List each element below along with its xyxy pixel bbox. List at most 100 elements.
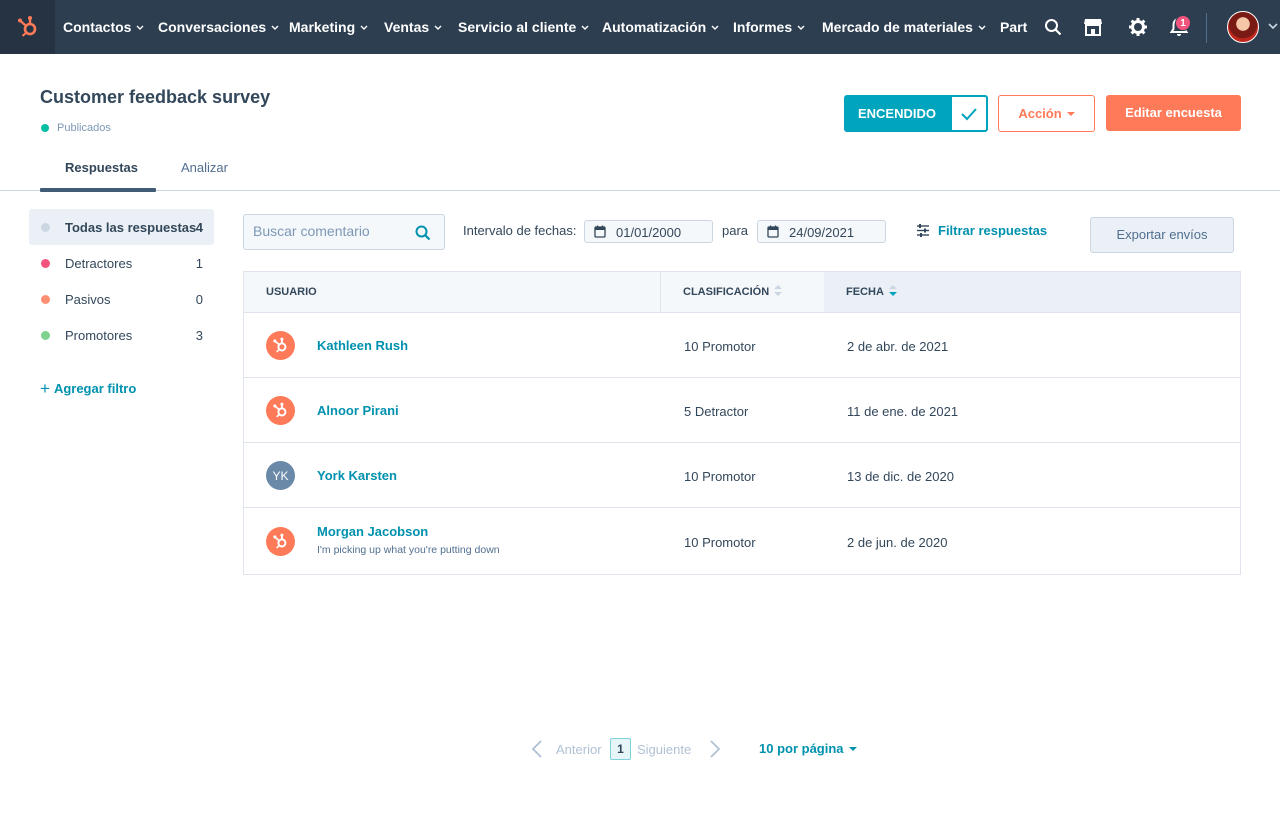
- filter-label: Todas las respuestas: [65, 220, 197, 235]
- table-header: USUARIO CLASIFICACIÓN FECHA: [244, 272, 1240, 313]
- nav-label: Marketing: [289, 19, 356, 35]
- action-dropdown-button[interactable]: Acción: [998, 95, 1095, 132]
- initials-avatar: YK: [266, 461, 295, 490]
- rating-cell: 10 Promotor: [684, 339, 756, 354]
- nav-contactos[interactable]: Contactos: [63, 0, 144, 54]
- column-header-user: USUARIO: [244, 272, 661, 312]
- column-label: CLASIFICACIÓN: [683, 286, 770, 298]
- tab-analizar[interactable]: Analizar: [181, 160, 228, 175]
- respondent-name-link[interactable]: Alnoor Pirani: [317, 403, 399, 418]
- filter-dot: [41, 295, 50, 304]
- table-row[interactable]: Kathleen Rush 10 Promotor 2 de abr. de 2…: [244, 313, 1240, 378]
- column-header-rating[interactable]: CLASIFICACIÓN: [661, 272, 824, 312]
- filter-count: 4: [195, 220, 203, 235]
- add-filter-link[interactable]: + Agregar filtro: [40, 379, 136, 399]
- action-label: Acción: [1018, 106, 1062, 121]
- nav-informes[interactable]: Informes: [733, 0, 805, 54]
- chevron-right-icon: [710, 740, 721, 758]
- tabs-divider: [0, 190, 1280, 191]
- gear-icon[interactable]: [1126, 15, 1150, 39]
- add-filter-label: Agregar filtro: [53, 381, 137, 396]
- per-page-dropdown[interactable]: 10 por página: [759, 741, 857, 756]
- filter-promoters[interactable]: Promotores 3: [29, 317, 214, 353]
- chevron-down-icon[interactable]: [1268, 20, 1278, 34]
- hubspot-sprocket-icon: [266, 527, 295, 556]
- chevron-down-icon: [360, 25, 368, 30]
- nav-ventas[interactable]: Ventas: [384, 0, 442, 54]
- date-to-picker[interactable]: 24/09/2021: [757, 220, 886, 243]
- date-to-label: para: [722, 223, 749, 238]
- search-icon[interactable]: [1041, 15, 1065, 39]
- filter-detractors[interactable]: Detractores 1: [29, 245, 214, 281]
- date-cell: 13 de dic. de 2020: [847, 469, 954, 484]
- chevron-down-icon: [978, 25, 986, 30]
- calendar-icon: [594, 225, 606, 238]
- filter-dot: [41, 259, 50, 268]
- chevron-down-icon: [581, 25, 589, 30]
- date-from-picker[interactable]: 01/01/2000: [584, 220, 713, 243]
- calendar-icon: [767, 225, 779, 238]
- filter-dot: [41, 223, 50, 232]
- filter-all-responses[interactable]: Todas las respuestas 4: [29, 209, 214, 245]
- enabled-toggle-button[interactable]: ENCENDIDO: [844, 95, 950, 132]
- chevron-down-icon: [797, 25, 805, 30]
- chevron-down-icon: [711, 25, 719, 30]
- table-row[interactable]: YK York Karsten 10 Promotor 13 de dic. d…: [244, 443, 1240, 508]
- nav-label: Contactos: [63, 19, 132, 35]
- notification-badge: 1: [1175, 15, 1191, 31]
- marketplace-icon[interactable]: [1081, 15, 1105, 39]
- nav-label: Conversaciones: [158, 19, 267, 35]
- pagination-page-current[interactable]: 1: [610, 738, 631, 760]
- caret-down-icon: [1066, 112, 1075, 116]
- sort-icon: [774, 285, 783, 297]
- next-label: Siguiente: [637, 742, 692, 757]
- rating-cell: 10 Promotor: [684, 469, 756, 484]
- status-dot: [41, 124, 49, 132]
- nav-automatizacion[interactable]: Automatización: [602, 0, 719, 54]
- nav-conversaciones[interactable]: Conversaciones: [158, 0, 279, 54]
- filter-responses-label: Filtrar respuestas: [938, 223, 1048, 238]
- rating-cell: 5 Detractor: [684, 404, 749, 419]
- respondent-name-link[interactable]: York Karsten: [317, 468, 397, 483]
- nav-label: Mercado de materiales: [822, 19, 973, 35]
- table-row[interactable]: Alnoor Pirani 5 Detractor 11 de ene. de …: [244, 378, 1240, 443]
- column-label: FECHA: [846, 286, 884, 298]
- nav-label: Informes: [733, 19, 793, 35]
- nav-marketing[interactable]: Marketing: [289, 0, 368, 54]
- export-submissions-button[interactable]: Exportar envíos: [1090, 217, 1234, 253]
- table-row[interactable]: Morgan Jacobson I'm picking up what you'…: [244, 509, 1240, 574]
- status-label: Publicados: [57, 122, 111, 134]
- sliders-icon: [917, 224, 929, 237]
- filter-label: Detractores: [65, 256, 133, 271]
- nav-mercado-de-materiales[interactable]: Mercado de materiales: [822, 0, 986, 54]
- nav-divider: [1206, 13, 1207, 43]
- filter-dot: [41, 331, 50, 340]
- filter-passives[interactable]: Pasivos 0: [29, 281, 214, 317]
- nav-label: Part: [1000, 19, 1028, 35]
- column-header-date[interactable]: FECHA: [824, 272, 1240, 312]
- search-input[interactable]: [253, 223, 413, 239]
- responses-table: USUARIO CLASIFICACIÓN FECHA Kathleen Rus…: [243, 271, 1241, 575]
- enabled-toggle-check[interactable]: [950, 95, 988, 132]
- respondent-name-link[interactable]: Kathleen Rush: [317, 338, 408, 353]
- nav-label: Ventas: [384, 19, 430, 35]
- filter-label: Pasivos: [65, 292, 111, 307]
- search-icon[interactable]: [415, 225, 431, 241]
- nav-partners[interactable]: Part: [1000, 0, 1027, 54]
- hubspot-sprocket-icon: [17, 16, 36, 37]
- date-cell: 2 de jun. de 2020: [847, 535, 948, 550]
- user-avatar[interactable]: [1227, 11, 1259, 43]
- tab-respuestas[interactable]: Respuestas: [65, 160, 138, 175]
- filter-label: Promotores: [65, 328, 133, 343]
- search-comment-box: [243, 214, 445, 250]
- chevron-down-icon: [434, 25, 442, 30]
- nav-servicio-al-cliente[interactable]: Servicio al cliente: [458, 0, 589, 54]
- page-title: Customer feedback survey: [40, 87, 271, 107]
- respondent-name-link[interactable]: Morgan Jacobson: [317, 524, 428, 539]
- column-label: USUARIO: [266, 286, 317, 298]
- hubspot-logo[interactable]: [0, 0, 55, 54]
- date-from-value: 01/01/2000: [616, 225, 682, 240]
- rating-cell: 10 Promotor: [684, 535, 756, 550]
- edit-survey-button[interactable]: Editar encuesta: [1106, 95, 1241, 131]
- top-navigation: Contactos Conversaciones Marketing Venta…: [0, 0, 1280, 54]
